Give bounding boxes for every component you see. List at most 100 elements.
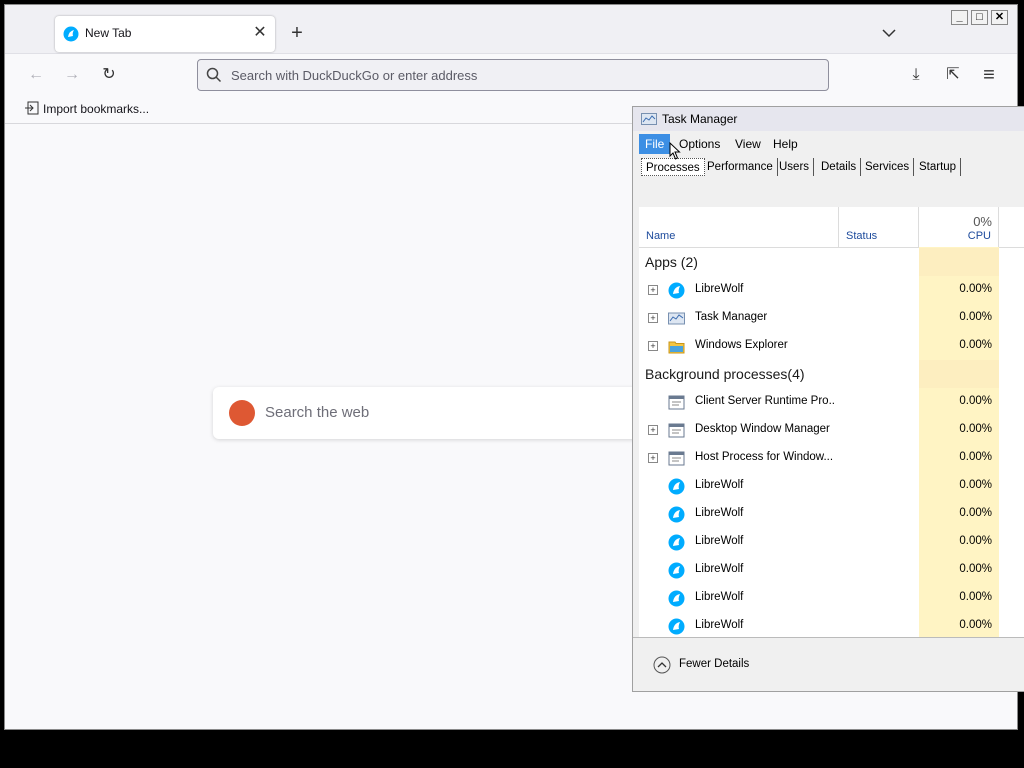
- import-bookmarks-button[interactable]: Import bookmarks...: [25, 101, 149, 116]
- content-search-placeholder: Search the web: [265, 404, 370, 421]
- process-name: Client Server Runtime Pro...: [695, 395, 835, 407]
- librewolf-icon: [668, 534, 685, 551]
- task-manager-titlebar[interactable]: Task Manager: [633, 107, 1024, 131]
- reload-icon[interactable]: ↻: [100, 66, 118, 84]
- tab-details[interactable]: Details: [817, 158, 862, 176]
- chevron-down-icon[interactable]: [881, 27, 897, 39]
- process-cpu: 0.00%: [959, 339, 992, 351]
- process-cpu: 0.00%: [959, 563, 992, 575]
- process-row[interactable]: Client Server Runtime Pro... 0.00%: [639, 388, 1024, 416]
- process-name: LibreWolf: [695, 619, 744, 631]
- tab-processes[interactable]: Processes: [641, 158, 705, 176]
- column-status-label: Status: [846, 230, 878, 242]
- process-cpu: 0.00%: [959, 423, 992, 435]
- tab-close-button[interactable]: ✕: [251, 24, 269, 42]
- process-row[interactable]: LibreWolf 0.00%: [639, 528, 1024, 556]
- process-group-label: Background processes(4): [645, 366, 805, 382]
- minimize-button[interactable]: _: [951, 10, 968, 25]
- process-row[interactable]: + Task Manager 0.00%: [639, 304, 1024, 332]
- process-group-header[interactable]: Apps (2): [639, 248, 1024, 276]
- task-manager-icon: [641, 113, 657, 125]
- tab-users[interactable]: Users: [775, 158, 815, 176]
- process-group-header[interactable]: Background processes(4): [639, 360, 1024, 388]
- menu-icon[interactable]: ≡: [980, 65, 998, 85]
- tab-startup[interactable]: Startup: [915, 158, 962, 176]
- process-name: LibreWolf: [695, 479, 744, 491]
- expand-toggle[interactable]: +: [648, 425, 658, 435]
- process-name: LibreWolf: [695, 535, 744, 547]
- process-row[interactable]: + LibreWolf 0.00%: [639, 276, 1024, 304]
- process-group-label: Apps (2): [645, 254, 698, 270]
- nav-bar: ← → ↻ Search with DuckDuckGo or enter ad…: [5, 54, 1017, 96]
- process-row[interactable]: + Host Process for Window... 0.00%: [639, 444, 1024, 472]
- close-window-button[interactable]: ✕: [991, 10, 1008, 25]
- librewolf-icon: [668, 478, 685, 495]
- process-row[interactable]: LibreWolf 0.00%: [639, 584, 1024, 612]
- process-row[interactable]: LibreWolf 0.00%: [639, 556, 1024, 584]
- group-cpu-cell: [919, 248, 999, 276]
- process-cpu: 0.00%: [959, 591, 992, 603]
- process-name: Host Process for Window...: [695, 451, 834, 463]
- folder-icon: [668, 338, 685, 355]
- import-icon: [25, 101, 39, 115]
- process-name: Windows Explorer: [695, 339, 788, 351]
- menu-view[interactable]: View: [729, 134, 767, 154]
- tab-bar: New Tab ✕ + _ □ ✕: [5, 5, 1017, 54]
- maximize-button[interactable]: □: [971, 10, 988, 25]
- menu-file[interactable]: File: [639, 134, 671, 154]
- expand-toggle[interactable]: +: [648, 341, 658, 351]
- back-icon[interactable]: ←: [27, 66, 45, 84]
- process-cpu: 0.00%: [959, 535, 992, 547]
- tab-title: New Tab: [85, 26, 132, 40]
- expand-toggle[interactable]: +: [648, 453, 658, 463]
- process-name: LibreWolf: [695, 283, 744, 295]
- cpu-total: 0%: [973, 214, 992, 229]
- column-name[interactable]: Name: [639, 207, 839, 247]
- process-name: LibreWolf: [695, 591, 744, 603]
- duckduckgo-logo-icon: [229, 400, 255, 426]
- process-row[interactable]: + Windows Explorer 0.00%: [639, 332, 1024, 360]
- menu-help[interactable]: Help: [767, 134, 804, 154]
- process-cpu: 0.00%: [959, 451, 992, 463]
- process-name: LibreWolf: [695, 563, 744, 575]
- extensions-icon[interactable]: ⇱: [944, 66, 962, 84]
- tab-performance[interactable]: Performance: [703, 158, 778, 176]
- chevron-up-icon: [653, 656, 671, 674]
- content-search-box[interactable]: Search the web: [213, 387, 643, 439]
- process-row[interactable]: LibreWolf 0.00%: [639, 500, 1024, 528]
- address-bar[interactable]: Search with DuckDuckGo or enter address: [197, 59, 829, 91]
- forward-icon[interactable]: →: [63, 66, 81, 84]
- address-placeholder: Search with DuckDuckGo or enter address: [231, 68, 478, 83]
- tab-new-tab[interactable]: New Tab ✕: [55, 16, 275, 52]
- process-name: Task Manager: [695, 311, 768, 323]
- process-row[interactable]: LibreWolf 0.00%: [639, 612, 1024, 640]
- new-tab-button[interactable]: +: [287, 23, 307, 43]
- librewolf-icon: [63, 26, 79, 42]
- process-row[interactable]: + Desktop Window Manager 0.00%: [639, 416, 1024, 444]
- tab-services[interactable]: Services: [861, 158, 915, 176]
- system-process-icon: [668, 422, 685, 439]
- column-cpu-label: CPU: [967, 230, 991, 242]
- process-row[interactable]: LibreWolf 0.00%: [639, 472, 1024, 500]
- menu-options[interactable]: Options: [673, 134, 726, 154]
- process-cpu: 0.00%: [959, 283, 992, 295]
- process-cpu: 0.00%: [959, 619, 992, 631]
- task-manager-title: Task Manager: [662, 112, 738, 126]
- expand-toggle[interactable]: +: [648, 285, 658, 295]
- process-cpu: 0.00%: [959, 479, 992, 491]
- task-manager-icon: [668, 310, 685, 327]
- system-process-icon: [668, 450, 685, 467]
- process-list-panel: Name Status 0% CPU Apps (2) + LibreWolf 0.0…: [639, 207, 1024, 637]
- process-name: Desktop Window Manager: [695, 423, 830, 435]
- librewolf-icon: [668, 562, 685, 579]
- expand-toggle[interactable]: +: [648, 313, 658, 323]
- column-cpu[interactable]: 0% CPU: [919, 207, 999, 247]
- downloads-icon[interactable]: ⤓: [907, 66, 925, 84]
- mouse-cursor-icon: [669, 142, 681, 160]
- process-cpu: 0.00%: [959, 395, 992, 407]
- system-process-icon: [668, 394, 685, 411]
- column-status[interactable]: Status: [839, 207, 919, 247]
- column-name-label: Name: [646, 230, 676, 242]
- search-icon: [206, 67, 222, 83]
- task-manager-footer: Fewer Details: [633, 637, 1024, 691]
